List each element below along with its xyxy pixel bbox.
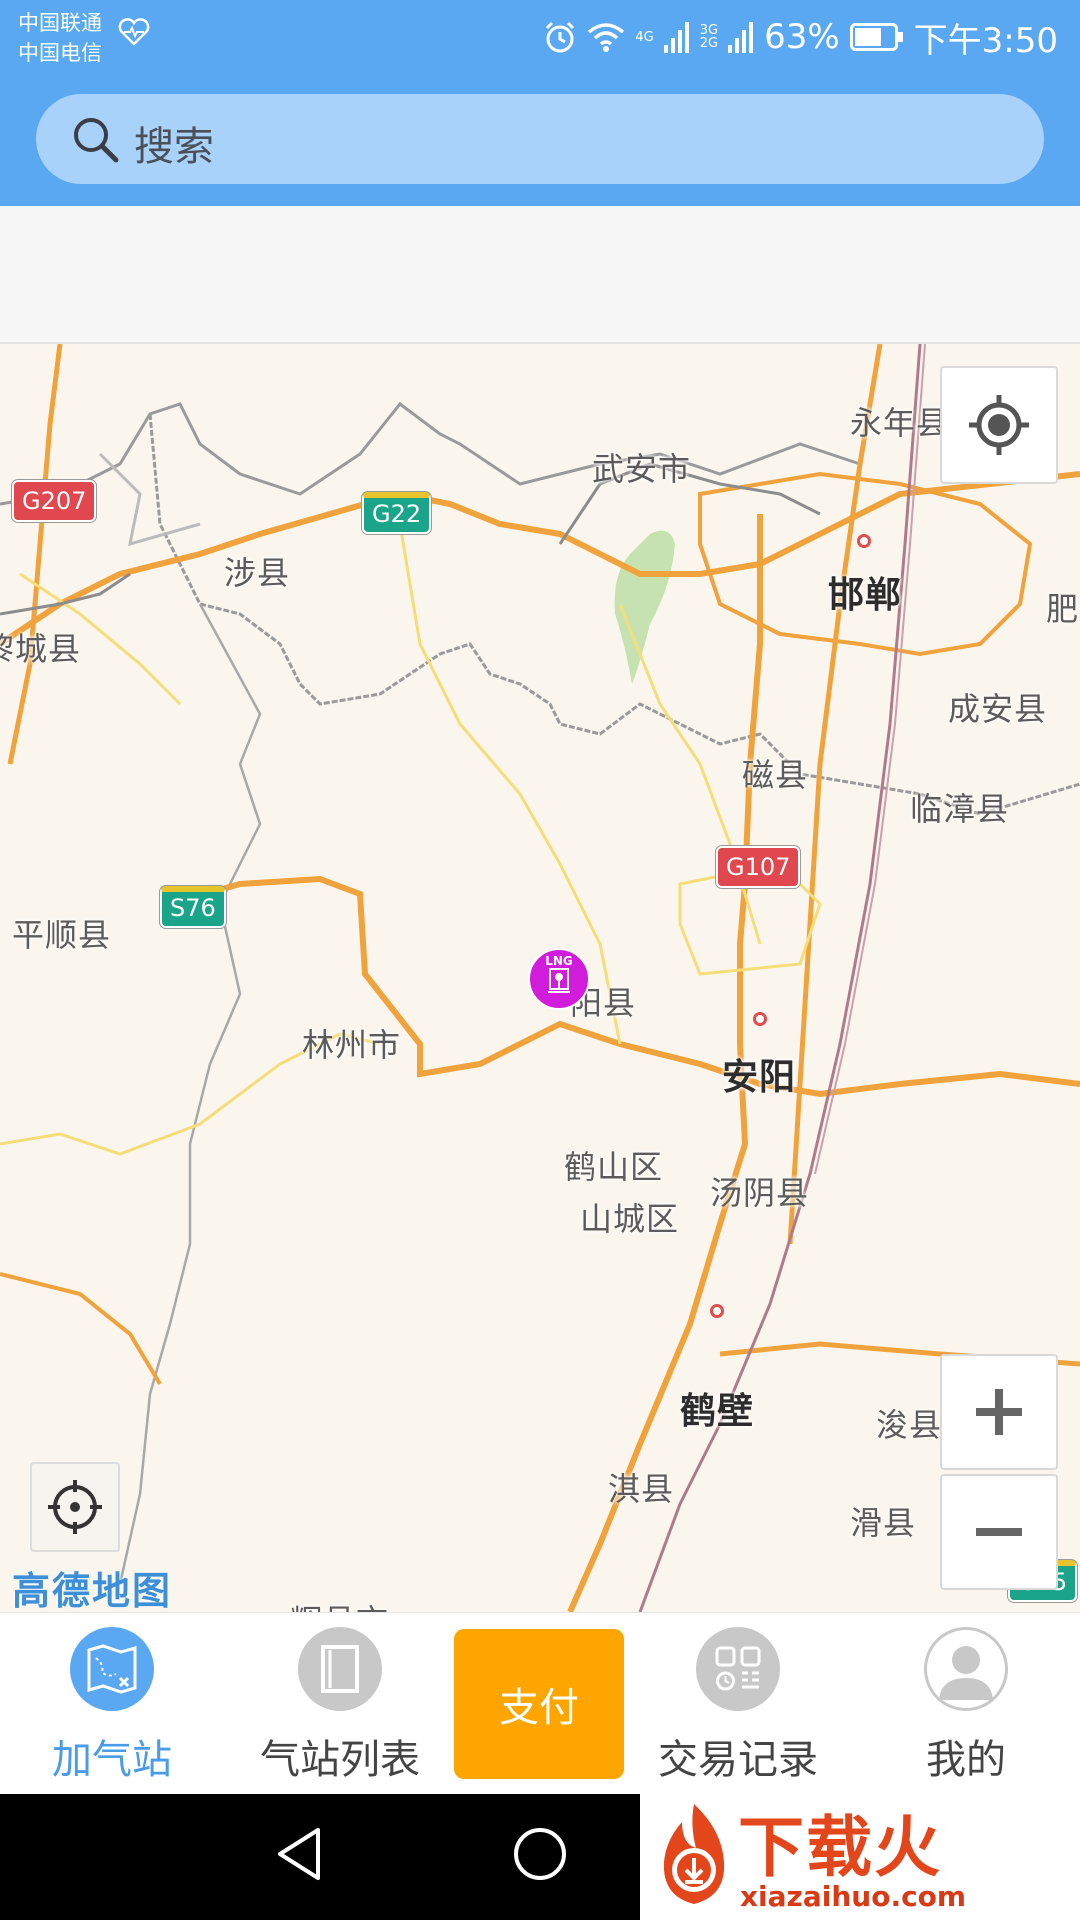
nav-icon-circle <box>298 1627 382 1711</box>
lng-station-marker[interactable]: LNG <box>528 948 590 1010</box>
app-header: 中国联通 中国电信 4G 3G 2G 63% 下午3:50 搜索 <box>0 0 1080 206</box>
plus-icon <box>976 1389 1022 1435</box>
place-label: 鹤山区 <box>564 1148 664 1186</box>
place-label: 安阳 <box>722 1057 797 1098</box>
city-dot <box>710 1304 724 1318</box>
wifi-icon <box>588 23 625 52</box>
place-label: 成安县 <box>948 690 1048 728</box>
tab-label: 我的 <box>926 1737 1006 1783</box>
search-placeholder: 搜索 <box>134 124 214 170</box>
signal-icon-1 <box>663 22 689 53</box>
bottom-nav: 加气站 气站列表 支付 交易记录 我的 <box>0 1612 1080 1794</box>
tab-label: 气站列表 <box>260 1737 420 1783</box>
net-type-2: 3G 2G <box>699 23 719 51</box>
carrier-2: 中国电信 <box>18 41 102 65</box>
tab-station-list[interactable]: 气站列表 <box>232 1613 448 1795</box>
user-icon <box>939 1646 993 1700</box>
list-icon <box>321 1645 359 1693</box>
center-map-button[interactable] <box>30 1462 120 1552</box>
pay-button[interactable]: 支付 <box>454 1629 624 1779</box>
place-label: 永年县 <box>850 404 950 442</box>
zoom-out-button[interactable] <box>940 1474 1058 1590</box>
tab-gas-station[interactable]: 加气站 <box>4 1613 220 1795</box>
battery-icon <box>849 23 903 51</box>
alarm-icon <box>546 21 575 53</box>
nav-icon-circle <box>924 1627 1008 1711</box>
place-label: 临漳县 <box>910 790 1010 828</box>
highway-shield: S76 <box>160 886 226 928</box>
place-label: 汤阴县 <box>710 1174 810 1212</box>
crosshair-icon <box>48 1480 102 1534</box>
place-label: 林州市 <box>302 1026 402 1064</box>
city-dot <box>753 1012 767 1026</box>
map-provider-logo: 高德地图 <box>12 1569 173 1612</box>
nav-icon-circle <box>70 1627 154 1711</box>
search-icon <box>74 118 119 163</box>
fuel-pin-icon <box>548 968 570 993</box>
watermark-badge: 下载火 xiazaihuo.com <box>640 1786 1080 1920</box>
tab-transaction-records[interactable]: 交易记录 <box>630 1613 846 1795</box>
carrier-1: 中国联通 <box>18 11 102 35</box>
highway-shield: G107 <box>716 846 801 888</box>
carrier-info: 中国联通 中国电信 <box>18 8 102 68</box>
info-banner-area <box>0 206 1080 344</box>
status-bar: 中国联通 中国电信 4G 3G 2G 63% 下午3:50 <box>0 0 1080 78</box>
net-type-1: 4G <box>635 29 654 45</box>
clock: 下午3:50 <box>913 20 1058 61</box>
nav-icon-circle <box>696 1627 780 1711</box>
tab-label: 交易记录 <box>658 1737 818 1783</box>
app-root: 中国联通 中国电信 4G 3G 2G 63% 下午3:50 搜索 永年县 武安市… <box>0 0 1080 1920</box>
place-label: 邯郸 <box>828 575 903 616</box>
battery-percent: 63% <box>764 17 840 57</box>
place-label: 平顺县 <box>12 916 112 954</box>
highway-shield: G207 <box>12 480 97 522</box>
signal-icon-2 <box>728 22 754 53</box>
place-label: 武安市 <box>592 450 692 488</box>
watermark-url: xiazaihuo.com <box>740 1880 967 1913</box>
health-heart-icon <box>118 18 150 46</box>
map-icon <box>87 1644 137 1694</box>
place-label: 鹤壁 <box>680 1391 755 1432</box>
home-icon[interactable] <box>510 1824 570 1884</box>
place-label: 磁县 <box>742 756 809 794</box>
place-label: 淇县 <box>608 1470 675 1508</box>
map-view[interactable]: 永年县 武安市 涉县 邯郸 肥 黎城县 成安县 磁县 临漳县 平顺县 阳县 林州… <box>0 344 1080 1612</box>
place-label: 浚县 <box>876 1406 943 1444</box>
gps-target-icon <box>969 395 1029 455</box>
place-label: 山城区 <box>580 1200 680 1238</box>
status-icons: 4G 3G 2G 63% 下午3:50 <box>543 14 1058 61</box>
place-label: 滑县 <box>850 1504 917 1542</box>
minus-icon <box>976 1528 1022 1536</box>
place-label: 肥 <box>1046 590 1080 628</box>
tab-label: 加气站 <box>52 1737 172 1783</box>
search-bar[interactable]: 搜索 <box>36 94 1044 184</box>
locate-me-button[interactable] <box>940 366 1058 484</box>
zoom-in-button[interactable] <box>940 1354 1058 1470</box>
place-label: 辉县市 <box>290 1596 389 1612</box>
back-icon[interactable] <box>272 1824 328 1884</box>
tab-mine[interactable]: 我的 <box>858 1613 1074 1795</box>
flame-download-icon <box>663 1804 725 1904</box>
place-label: 涉县 <box>224 554 291 592</box>
city-dot <box>857 534 871 548</box>
watermark-brand: 下载火 <box>738 1809 942 1886</box>
place-label: 黎城县 <box>0 630 82 668</box>
highway-shield: G22 <box>362 492 432 534</box>
qr-record-icon <box>715 1646 761 1691</box>
lng-marker-label: LNG <box>545 954 573 968</box>
